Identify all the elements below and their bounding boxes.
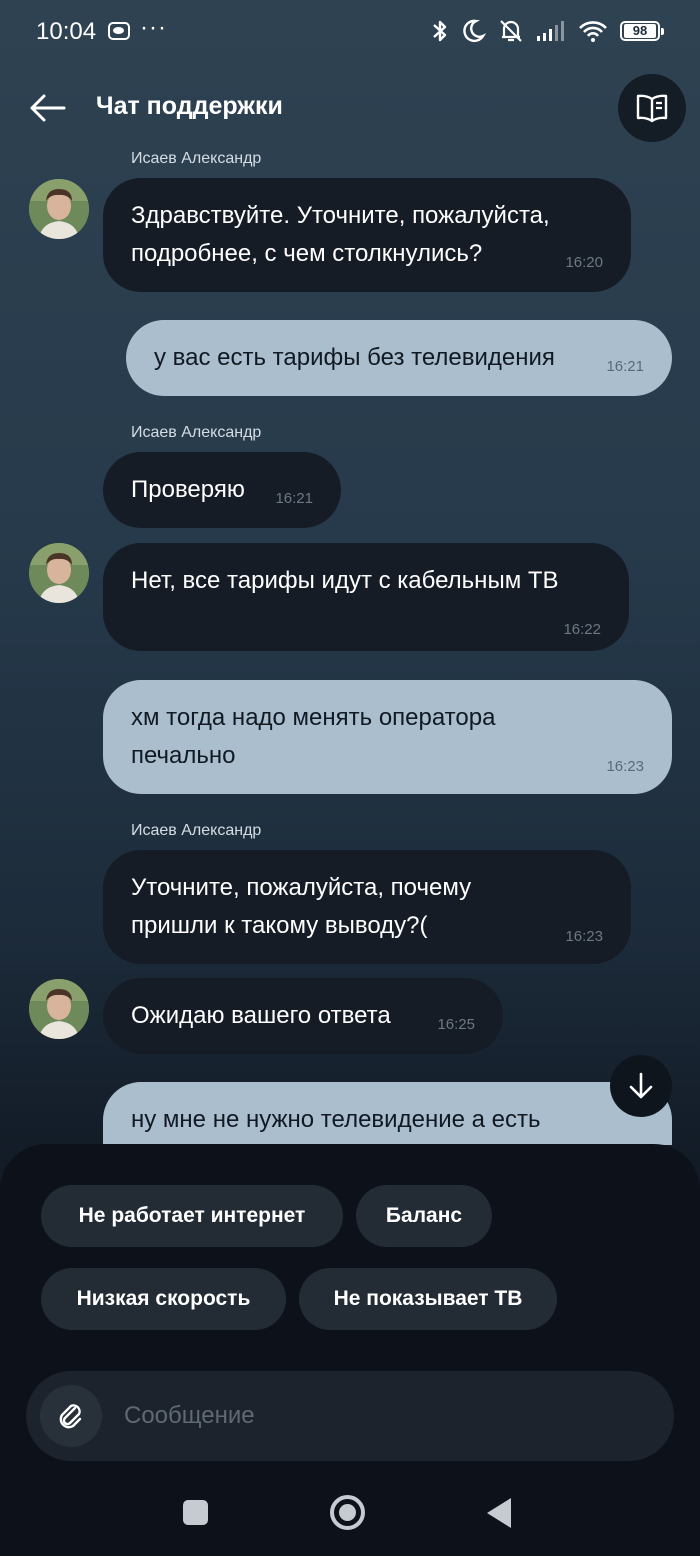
back-arrow-icon <box>30 94 66 122</box>
bottom-panel: Не работает интернет Баланс Низкая скоро… <box>0 1144 700 1556</box>
message-incoming[interactable]: Проверяю 16:21 <box>103 452 341 528</box>
message-input[interactable] <box>124 1393 644 1439</box>
system-nav-bar <box>0 1474 700 1556</box>
message-text: хм тогда надо менять оператора печально <box>131 704 496 769</box>
quick-reply-chip[interactable]: Не работает интернет <box>41 1185 343 1247</box>
message-time: 16:23 <box>565 928 603 945</box>
message-outgoing[interactable]: ну мне не нужно телевидение а есть <box>103 1082 672 1145</box>
chat-header: Чат поддержки <box>0 70 700 146</box>
message-time: 16:21 <box>606 358 644 375</box>
back-button[interactable] <box>28 88 68 128</box>
arrow-down-icon <box>629 1072 653 1099</box>
message-outgoing[interactable]: хм тогда надо менять оператора печально … <box>103 680 672 794</box>
message-text: ну мне не нужно телевидение а есть <box>131 1106 541 1133</box>
message-text: у вас есть тарифы без телевидения <box>154 344 555 371</box>
chat-history[interactable]: Исаев Александр Здравствуйте. Уточните, … <box>0 0 700 1145</box>
message-time: 16:23 <box>606 758 644 775</box>
message-incoming[interactable]: Уточните, пожалуйста, почему пришли к та… <box>103 850 631 964</box>
agent-avatar <box>29 979 89 1039</box>
message-text: Ожидаю вашего ответа <box>131 1002 391 1029</box>
quick-reply-chip[interactable]: Низкая скорость <box>41 1268 286 1330</box>
message-outgoing[interactable]: у вас есть тарифы без телевидения 16:21 <box>126 320 672 396</box>
message-composer <box>26 1371 674 1461</box>
attach-button[interactable] <box>40 1385 102 1447</box>
page-title: Чат поддержки <box>96 92 283 120</box>
agent-avatar <box>29 179 89 239</box>
message-time: 16:21 <box>275 490 313 507</box>
message-time: 16:25 <box>437 1016 475 1033</box>
message-incoming[interactable]: Ожидаю вашего ответа 16:25 <box>103 978 503 1054</box>
paperclip-icon <box>59 1404 82 1429</box>
sender-name: Исаев Александр <box>131 150 262 167</box>
quick-reply-chip[interactable]: Не показывает ТВ <box>299 1268 557 1330</box>
recents-button[interactable] <box>183 1500 208 1525</box>
message-text: Здравствуйте. Уточните, пожалуйста, подр… <box>131 202 550 267</box>
message-time: 16:20 <box>565 254 603 271</box>
avatar-image <box>29 543 89 603</box>
sender-name: Исаев Александр <box>131 424 262 441</box>
book-icon <box>636 94 668 123</box>
knowledge-base-button[interactable] <box>618 74 686 142</box>
sender-name: Исаев Александр <box>131 822 262 839</box>
avatar-image <box>29 179 89 239</box>
message-time: 16:22 <box>563 621 601 638</box>
message-incoming[interactable]: Нет, все тарифы идут с кабельным ТВ 16:2… <box>103 543 629 651</box>
system-back-button[interactable] <box>487 1498 511 1528</box>
home-button[interactable] <box>330 1495 365 1530</box>
avatar-image <box>29 979 89 1039</box>
quick-reply-chip[interactable]: Баланс <box>356 1185 492 1247</box>
message-text: Уточните, пожалуйста, почему пришли к та… <box>131 874 472 939</box>
scroll-to-bottom-button[interactable] <box>610 1055 672 1117</box>
message-text: Нет, все тарифы идут с кабельным ТВ <box>131 567 559 594</box>
agent-avatar <box>29 543 89 603</box>
message-incoming[interactable]: Здравствуйте. Уточните, пожалуйста, подр… <box>103 178 631 292</box>
